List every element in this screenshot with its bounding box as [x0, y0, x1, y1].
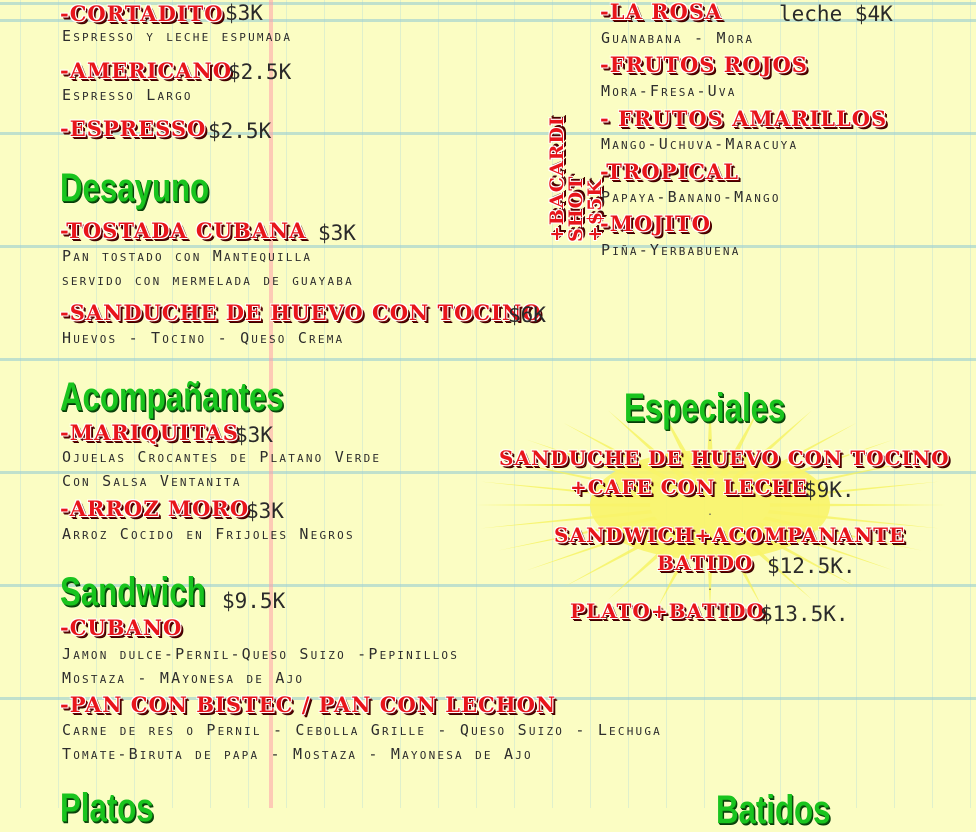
menu-item-la-rosa: -LA ROSA	[600, 0, 723, 24]
desc-frutos-rojos: Mora-Fresa-Uva	[601, 82, 737, 100]
desc-mojito: Piña-Yerbabuena	[601, 241, 741, 259]
desc-cubano-2: Mostaza - MAyonesa de Ajo	[62, 669, 305, 687]
desc-sanduche-huevo: Huevos - Tocino - Queso Crema	[62, 329, 345, 347]
menu-item-americano: -AMERICANO	[60, 58, 233, 83]
section-title-sandwich: Sandwich	[60, 570, 206, 614]
section-title-platos: Platos	[60, 786, 154, 830]
desc-arroz-moro: Arroz Cocido en Frijoles Negros	[62, 525, 355, 543]
special-combo3-price: $13.5K.	[760, 602, 849, 626]
divider-dot: .	[707, 507, 714, 518]
price-sanduche-huevo: $6K	[508, 303, 546, 327]
section-title-batidos: Batidos	[716, 788, 831, 832]
desc-pan-bistec-1: Carne de res o Pernil - Cebolla Grille -…	[62, 721, 662, 739]
desc-frutos-amarillos: Mango-Uchuva-Maracuya	[601, 135, 799, 153]
special-combo2-line1: SANDWICH+ACOMPANANTE	[554, 523, 906, 547]
section-title-desayuno: Desayuno	[60, 166, 210, 210]
divider-dot: .	[707, 582, 714, 593]
desc-tostada-cubana-1: Pan tostado con Mantequilla	[62, 247, 313, 265]
special-combo1-line1: SANDUCHE DE HUEVO CON TOCINO	[499, 446, 950, 470]
section-title-especiales: Especiales	[624, 386, 786, 430]
desc-americano: Espresso Largo	[62, 86, 193, 104]
menu-item-tostada-cubana: -TOSTADA CUBANA	[60, 218, 307, 243]
desc-mariquitas-1: Ojuelas Crocantes de Platano Verde	[62, 448, 382, 466]
menu-item-cubano: -CUBANO	[60, 615, 183, 640]
special-combo1-line2: +CAFE CON LECHE	[570, 475, 808, 499]
price-mariquitas: $3K	[235, 423, 273, 447]
menu-item-sanduche-huevo: -SANDUCHE DE HUEVO CON TOCINO	[60, 300, 542, 325]
special-combo1-price: $9K.	[804, 478, 855, 502]
menu-item-pan-bistec-lechon: -PAN CON BISTEC / PAN CON LECHON	[60, 692, 557, 717]
bacardi-shot-label: +BACARDI SHOT +$5K	[546, 116, 606, 242]
price-arroz-moro: $3K	[246, 499, 284, 523]
menu-item-arroz-moro: -ARROZ MORO	[60, 496, 250, 521]
desc-pan-bistec-2: Tomate-Biruta de papa - Mostaza - Mayone…	[62, 745, 533, 763]
price-espresso: $2.5K	[208, 119, 272, 143]
desc-la-rosa: Guanabana - Mora	[601, 29, 755, 47]
divider-dot: .	[707, 433, 714, 444]
menu-item-cortadito: -CORTADITO	[60, 1, 224, 26]
special-combo2-line2: BATIDO	[657, 551, 754, 575]
section-title-acompanantes: Acompañantes	[60, 375, 284, 419]
desc-cubano-1: Jamon dulce-Pernil-Queso Suizo -Pepinill…	[62, 645, 460, 663]
menu-item-mojito: -MOJITO	[600, 211, 711, 236]
special-combo2-price: $12.5K.	[767, 554, 856, 578]
price-americano: $2.5K	[228, 60, 292, 84]
menu-item-frutos-rojos: -FRUTOS ROJOS	[600, 52, 808, 77]
price-leche: leche $4K	[779, 2, 893, 26]
desc-tropical: Papaya-Banano-Mango	[601, 188, 781, 206]
price-cortadito: $3K	[225, 1, 263, 25]
menu-item-tropical: -TROPICAL	[600, 159, 739, 184]
menu-item-mariquitas: -MARIQUITAS	[60, 420, 239, 445]
menu-item-espresso: -ESPRESSO	[60, 116, 207, 141]
special-combo3-line1: PLATO+BATIDO	[570, 599, 765, 623]
price-sandwich: $9.5K	[222, 589, 286, 613]
menu-item-frutos-amarillos: - FRUTOS AMARILLOS	[600, 106, 888, 131]
price-tostada-cubana: $3K	[318, 221, 356, 245]
desc-cortadito: Espresso y leche espumada	[62, 27, 293, 45]
desc-mariquitas-2: Con Salsa Ventanita	[62, 472, 242, 490]
desc-tostada-cubana-2: servido con mermelada de guayaba	[62, 271, 354, 289]
